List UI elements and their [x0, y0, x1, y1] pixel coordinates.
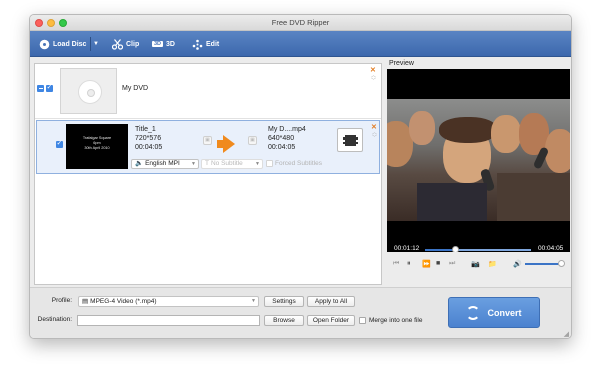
- profile-select[interactable]: ▤ MPEG-4 Video (*.mp4) ▼: [78, 296, 259, 307]
- source-settings-icon[interactable]: ▣: [203, 136, 212, 145]
- target-name: My D....mp4: [268, 126, 306, 133]
- chevron-down-icon: ▼: [191, 161, 196, 167]
- preview-video[interactable]: 00:01:12 00:04:05: [387, 69, 570, 252]
- video-frame: [387, 99, 570, 221]
- reorder-dvd-icon[interactable]: ︿ ﹀: [371, 74, 376, 84]
- crowd-hair: [439, 117, 497, 143]
- current-time: 00:01:12: [394, 245, 420, 252]
- subtitle-icon: T: [205, 160, 209, 167]
- merge-checkbox[interactable]: [359, 317, 366, 324]
- target-info: My D....mp4 640*480 00:04:05: [268, 125, 306, 152]
- toolbar: Load Disc ▼ Clip 3D 3D Edit: [30, 31, 571, 57]
- app-window: Free DVD Ripper Load Disc ▼ Clip 3D 3D E…: [29, 14, 572, 339]
- 3d-button[interactable]: 3D 3D: [152, 37, 175, 51]
- snapshot-icon[interactable]: 📷: [471, 260, 480, 268]
- seek-handle[interactable]: [452, 246, 460, 252]
- target-resolution: 640*480: [268, 135, 295, 142]
- convert-label: Convert: [487, 307, 522, 318]
- 3d-icon: 3D: [152, 41, 164, 47]
- resize-grip-icon[interactable]: ◢: [564, 330, 569, 338]
- thumb-line: 30th April 2010: [84, 146, 110, 150]
- skip-end-icon[interactable]: ⏭: [449, 260, 455, 268]
- clip-button[interactable]: Clip: [112, 37, 139, 51]
- profile-value: MPEG-4 Video (*.mp4): [90, 297, 157, 305]
- convert-arrow-icon: [223, 135, 235, 153]
- window-title: Free DVD Ripper: [271, 18, 330, 27]
- forced-subtitles-label: Forced Subtitles: [275, 160, 322, 167]
- open-folder-button[interactable]: Open Folder: [307, 315, 355, 326]
- crowd-person: [491, 115, 521, 153]
- title-checkbox[interactable]: [56, 139, 63, 148]
- volume-slider[interactable]: [525, 260, 565, 267]
- output-format-button[interactable]: [337, 128, 363, 152]
- dvd-name: My DVD: [122, 85, 149, 92]
- source-list: My DVD ✕ ︿﹀ Trafalgar Square 6pm 30th Ap…: [34, 63, 382, 285]
- settings-button[interactable]: Settings: [264, 296, 304, 307]
- playback-controls: ⏮ ⏸ ⏩ ■ ⏭ 📷 📁 🔊: [387, 254, 570, 274]
- source-name: Title_1: [135, 126, 156, 133]
- dvd-row[interactable]: My DVD ✕ ︿﹀: [35, 64, 381, 119]
- audio-track-value: English MPI: [145, 160, 180, 167]
- dvd-partial-checkbox[interactable]: [37, 85, 44, 92]
- film-icon: [343, 135, 358, 146]
- apply-to-all-button[interactable]: Apply to All: [307, 296, 355, 307]
- 3d-label: 3D: [166, 40, 175, 48]
- speaker-icon: 🔈: [135, 160, 144, 167]
- subtitle-value: No Subtitle: [210, 160, 243, 167]
- volume-icon[interactable]: 🔊: [513, 260, 522, 268]
- folder-icon[interactable]: 📁: [488, 260, 497, 268]
- disc-icon: [39, 39, 50, 49]
- title-row[interactable]: Trafalgar Square 6pm 30th April 2010 Tit…: [36, 120, 380, 174]
- title-thumbnail: Trafalgar Square 6pm 30th April 2010: [66, 124, 128, 169]
- crowd-person: [545, 129, 570, 173]
- scissors-icon: [112, 38, 123, 50]
- fast-forward-icon[interactable]: ⏩: [422, 260, 431, 268]
- chevron-down-icon: ▼: [255, 161, 260, 167]
- destination-label: Destination:: [37, 316, 72, 323]
- title-bar: Free DVD Ripper: [30, 15, 571, 31]
- chevron-down-icon: ▼: [251, 298, 256, 304]
- video-format-icon: ▤: [82, 297, 89, 305]
- bottom-panel: Profile: ▤ MPEG-4 Video (*.mp4) ▼ Settin…: [30, 287, 571, 338]
- source-info: Title_1 720*576 00:04:05: [135, 125, 162, 152]
- source-duration: 00:04:05: [135, 144, 163, 151]
- convert-button[interactable]: Convert: [448, 297, 540, 328]
- edit-button[interactable]: Edit: [192, 37, 219, 51]
- forced-subtitles-checkbox[interactable]: [266, 160, 273, 167]
- reorder-title-icon[interactable]: ︿ ﹀: [372, 131, 377, 141]
- dvd-thumbnail: [60, 68, 117, 114]
- merge-label: Merge into one file: [369, 317, 423, 324]
- browse-button[interactable]: Browse: [264, 315, 304, 326]
- edit-label: Edit: [206, 40, 220, 48]
- source-resolution: 720*576: [135, 135, 162, 142]
- crowd-person: [409, 111, 435, 145]
- seek-bar[interactable]: [425, 246, 531, 252]
- toolbar-separator: [90, 37, 91, 51]
- crowd-clothing: [417, 183, 487, 221]
- target-duration: 00:04:05: [268, 144, 296, 151]
- load-disc-button[interactable]: Load Disc: [39, 37, 86, 51]
- volume-handle[interactable]: [558, 260, 565, 267]
- destination-input[interactable]: [77, 315, 260, 326]
- disc-icon: [78, 80, 102, 104]
- audio-track-select[interactable]: 🔈 English MPI ▼: [131, 159, 199, 169]
- preview-panel: Preview 00:01:12 00:04:05 ⏮ ⏸ ⏩ ■ ⏭ 📷 📁 …: [387, 59, 570, 284]
- crowd-clothing: [497, 173, 570, 221]
- profile-label: Profile:: [51, 297, 72, 304]
- convert-refresh-icon: [466, 305, 481, 320]
- subtitle-select[interactable]: T No Subtitle ▼: [201, 159, 263, 169]
- stop-icon[interactable]: ■: [436, 260, 440, 267]
- load-disc-dropdown[interactable]: ▼: [93, 37, 99, 51]
- preview-label: Preview: [389, 60, 414, 67]
- pause-icon[interactable]: ⏸: [407, 260, 411, 268]
- clip-label: Clip: [126, 40, 140, 48]
- load-disc-label: Load Disc: [53, 40, 87, 48]
- dvd-checkbox[interactable]: [46, 83, 53, 92]
- chevron-down-icon: ▼: [93, 41, 99, 47]
- skip-start-icon[interactable]: ⏮: [393, 260, 399, 268]
- total-time: 00:04:05: [538, 245, 564, 252]
- seek-progress: [425, 249, 456, 251]
- edit-icon: [192, 39, 203, 50]
- target-settings-icon[interactable]: ▣: [248, 136, 257, 145]
